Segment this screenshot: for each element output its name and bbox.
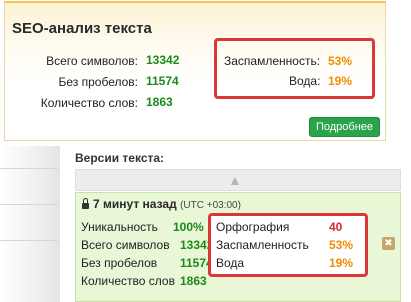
more-details-button[interactable]: Подробнее xyxy=(308,117,380,137)
water-value: 19% xyxy=(328,74,353,88)
version-stat-value: 1863 xyxy=(180,274,207,288)
check-value: 53% xyxy=(329,238,354,252)
left-background-strip xyxy=(0,146,60,302)
check-label: Вода xyxy=(216,256,245,270)
seo-panel-title: SEO-анализ текста xyxy=(12,20,152,37)
stat-label: Без пробелов: xyxy=(58,75,139,89)
divider xyxy=(0,168,58,169)
collapse-versions-bar[interactable]: ▲ xyxy=(75,169,401,191)
version-stat-label: Количество слов xyxy=(81,274,175,288)
water-label: Вода: xyxy=(289,74,321,88)
check-row-spam: Заспамленность 53% xyxy=(216,237,361,253)
stat-word-count: Количество слов: xyxy=(5,95,138,111)
version-stat-value: 100% xyxy=(173,220,204,234)
check-row-spelling: Орфография 40 xyxy=(216,219,361,235)
version-stat-label: Без пробелов xyxy=(81,256,158,270)
chevron-up-icon[interactable]: ▲ xyxy=(228,172,242,188)
version-stat-label: Уникальность xyxy=(81,220,158,234)
version-time: 7 минут назад xyxy=(93,197,177,211)
seo-analysis-panel: SEO-анализ текста Всего символов: 13342 … xyxy=(4,1,386,141)
stat-label: Количество слов: xyxy=(40,96,138,110)
close-icon[interactable]: ✖ xyxy=(382,237,395,250)
checks-highlight: Орфография 40 Заспамленность 53% Вода 19… xyxy=(208,213,368,277)
spam-label: Заспамленность: xyxy=(224,54,321,68)
version-stat-label: Всего символов xyxy=(81,238,170,252)
stat-total-chars: Всего символов: xyxy=(5,53,138,69)
check-row-water: Вода 19% xyxy=(216,255,361,271)
stat-label: Всего символов: xyxy=(46,54,138,68)
check-value: 19% xyxy=(329,256,354,270)
divider xyxy=(0,240,58,241)
spam-water-highlight: Заспамленность: 53% Вода: 19% xyxy=(214,38,375,99)
version-timezone: (UTC +03:00) xyxy=(180,200,241,211)
lock-icon xyxy=(82,198,89,209)
versions-title: Версии текста: xyxy=(75,151,165,165)
stat-value: 13342 xyxy=(146,53,180,67)
stat-value: 1863 xyxy=(146,95,173,109)
check-label: Заспамленность xyxy=(216,238,309,252)
spam-value: 53% xyxy=(328,54,353,68)
check-value: 40 xyxy=(329,220,343,234)
divider xyxy=(0,204,58,205)
check-label: Орфография xyxy=(216,220,290,234)
version-card: 7 минут назад (UTC +03:00) Уникальность … xyxy=(75,192,401,302)
stat-no-spaces: Без пробелов: xyxy=(5,74,139,90)
version-header: 7 минут назад (UTC +03:00) xyxy=(82,197,241,211)
stat-value: 11574 xyxy=(146,74,179,88)
